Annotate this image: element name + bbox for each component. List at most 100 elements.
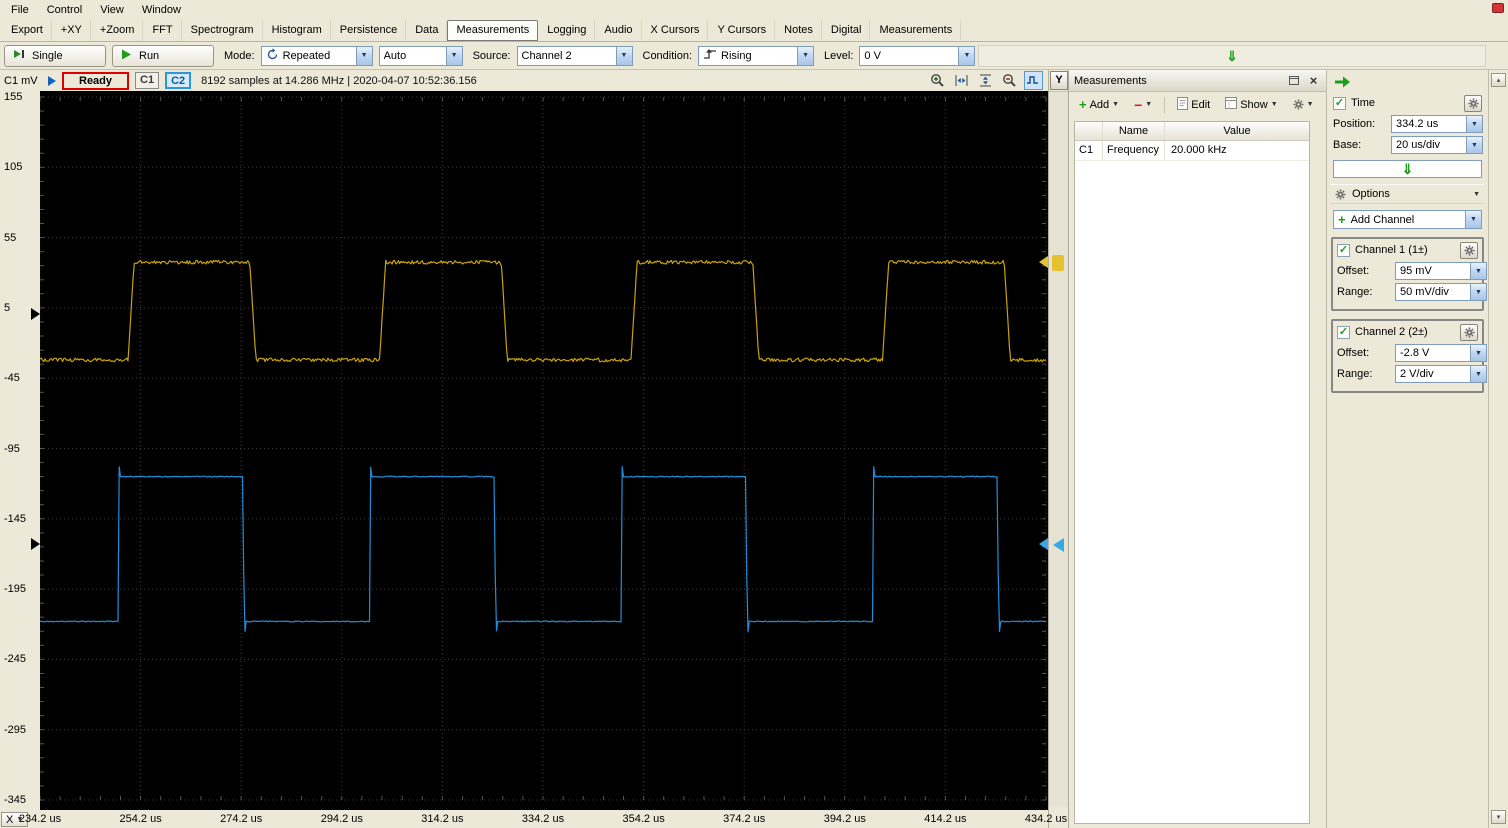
y-tick-label: -195	[4, 583, 27, 596]
measurement-settings-button[interactable]: ▼	[1287, 96, 1320, 113]
y-tick-label: 55	[4, 231, 17, 244]
view-tab-data[interactable]: Data	[406, 20, 448, 41]
x-tick-label: 314.2 us	[421, 813, 464, 825]
fit-height-icon[interactable]	[976, 71, 995, 90]
y-tick-label: -245	[4, 653, 27, 666]
view-tab-fft[interactable]: FFT	[143, 20, 182, 41]
c1-right-marker[interactable]	[1039, 256, 1048, 269]
y-tick-label: 155	[4, 91, 23, 103]
level-select[interactable]: 0 V ▼	[859, 45, 976, 66]
position-select[interactable]: 334.2 us ▼	[1391, 115, 1483, 133]
chevron-down-icon: ▼	[1470, 263, 1486, 279]
base-select[interactable]: 20 us/div ▼	[1391, 136, 1483, 154]
view-tab-x-cursors[interactable]: X Cursors	[642, 20, 709, 41]
status-bar: C1 mV Ready C1 C2 8192 samples at 14.286…	[0, 70, 1048, 91]
channel-1-offset-select[interactable]: 95 mV ▼	[1395, 262, 1487, 280]
edit-measurement-button[interactable]: Edit	[1171, 94, 1216, 116]
view-tab-export[interactable]: Export	[2, 20, 52, 41]
condition-select[interactable]: Rising ▼	[698, 45, 815, 66]
add-channel-select[interactable]: + Add Channel ▼	[1333, 210, 1482, 229]
close-panel-icon[interactable]: ×	[1306, 73, 1321, 88]
run-icon	[120, 48, 133, 64]
menu-window[interactable]: Window	[133, 1, 190, 19]
view-tab-logging[interactable]: Logging	[538, 20, 596, 41]
single-icon	[12, 48, 26, 63]
c2-offset-marker[interactable]	[31, 538, 40, 551]
menu-control[interactable]: Control	[38, 1, 91, 19]
options-label: Options	[1352, 188, 1390, 200]
add-button-label: Add	[1089, 98, 1110, 111]
y-scrollbar[interactable]: Y	[1048, 70, 1068, 828]
menubar-red-button[interactable]	[1492, 3, 1504, 13]
channel-1-settings-button[interactable]	[1460, 241, 1478, 259]
channel-2-settings-grid: Offset: -2.8 V ▼ Range: 2 V/div ▼	[1335, 342, 1487, 387]
zoom-out-icon[interactable]	[1000, 71, 1019, 90]
undock-panel-icon[interactable]	[1286, 73, 1301, 88]
fit-width-icon[interactable]	[952, 71, 971, 90]
view-tab-y-cursors[interactable]: Y Cursors	[708, 20, 776, 41]
view-tab-histogram[interactable]: Histogram	[263, 20, 331, 41]
time-checkbox[interactable]: ✓	[1333, 96, 1346, 110]
view-tab-audio[interactable]: Audio	[595, 20, 642, 41]
channel-2-settings-button[interactable]	[1460, 323, 1478, 341]
acquire-select[interactable]: Auto ▼	[378, 45, 463, 66]
c2-trigger-marker[interactable]	[1039, 538, 1048, 551]
add-measurement-button[interactable]: + Add ▼	[1073, 96, 1125, 114]
collapse-up-button[interactable]: ▴	[1491, 73, 1506, 87]
axis-unit-label[interactable]: C1 mV	[2, 75, 42, 87]
menu-file[interactable]: File	[2, 1, 38, 19]
range-label: Range:	[1337, 368, 1373, 380]
check-icon: ✓	[1338, 326, 1349, 338]
gear-icon	[1467, 97, 1479, 109]
mode-select[interactable]: Repeated ▼	[260, 45, 373, 66]
remove-measurement-button[interactable]: − ▼	[1128, 97, 1158, 113]
show-menu-button[interactable]: Show ▼	[1219, 94, 1283, 115]
channel-1-range-select[interactable]: 50 mV/div ▼	[1395, 283, 1487, 301]
y-axis-button[interactable]: Y	[1050, 71, 1068, 90]
auto-scale-icon[interactable]	[1024, 71, 1043, 90]
c1-scroll-marker[interactable]	[1052, 255, 1064, 272]
col-header-name[interactable]: Name	[1103, 122, 1165, 140]
source-select[interactable]: Channel 2 ▼	[516, 45, 633, 66]
c1-offset-marker[interactable]	[31, 307, 40, 320]
edit-button-label: Edit	[1191, 98, 1211, 111]
table-row[interactable]: C1 Frequency 20.000 kHz	[1075, 141, 1309, 161]
chevron-down-icon: ▼	[1473, 190, 1480, 198]
view-tab-spectrogram[interactable]: Spectrogram	[182, 20, 263, 41]
col-header-value[interactable]: Value	[1165, 122, 1309, 140]
channel-2-range-select[interactable]: 2 V/div ▼	[1395, 365, 1487, 383]
y-scroll-track[interactable]	[1049, 91, 1068, 807]
view-tab-digital[interactable]: Digital	[822, 20, 871, 41]
view-tab--zoom[interactable]: +Zoom	[91, 20, 144, 41]
single-button-label: Single	[32, 49, 63, 62]
zoom-in-icon[interactable]	[928, 71, 947, 90]
green-right-arrow-icon[interactable]	[1334, 76, 1351, 91]
single-button[interactable]: Single	[4, 44, 106, 67]
channel-2-checkbox[interactable]: ✓	[1337, 325, 1350, 339]
chevron-down-icon: ▼	[1466, 116, 1482, 132]
channel-1-checkbox[interactable]: ✓	[1337, 243, 1350, 257]
view-tab-measurements[interactable]: Measurements	[870, 20, 962, 41]
col-header-channel[interactable]	[1075, 122, 1103, 140]
collapse-down-button[interactable]: ▾	[1491, 810, 1506, 824]
channel-2-offset-select[interactable]: -2.8 V ▼	[1395, 344, 1487, 362]
options-header[interactable]: Options ▼	[1331, 184, 1484, 204]
menu-view[interactable]: View	[91, 1, 133, 19]
view-tab--xy[interactable]: +XY	[52, 20, 91, 41]
tab-c2[interactable]: C2	[165, 72, 192, 89]
tab-c1[interactable]: C1	[135, 72, 160, 89]
chevron-down-icon: ▼	[1306, 101, 1314, 108]
channel-1-group: ✓ Channel 1 (1±) Offset: 95 mV ▼ Range: …	[1331, 237, 1487, 311]
view-tab-persistence[interactable]: Persistence	[331, 20, 407, 41]
offset-label: Offset:	[1337, 347, 1370, 359]
drop-down-icon: ⇓	[1401, 161, 1414, 177]
time-settings-button[interactable]	[1464, 94, 1482, 112]
y-tick-label: -295	[4, 723, 27, 736]
view-tab-measurements[interactable]: Measurements	[447, 20, 539, 41]
c2-scroll-marker[interactable]	[1053, 538, 1064, 553]
channel-1-header: ✓ Channel 1 (1±)	[1335, 240, 1480, 260]
run-button[interactable]: Run	[112, 44, 214, 67]
view-tab-notes[interactable]: Notes	[775, 20, 822, 41]
mode-value: Repeated	[282, 49, 331, 62]
plot-area[interactable]	[39, 91, 1048, 810]
